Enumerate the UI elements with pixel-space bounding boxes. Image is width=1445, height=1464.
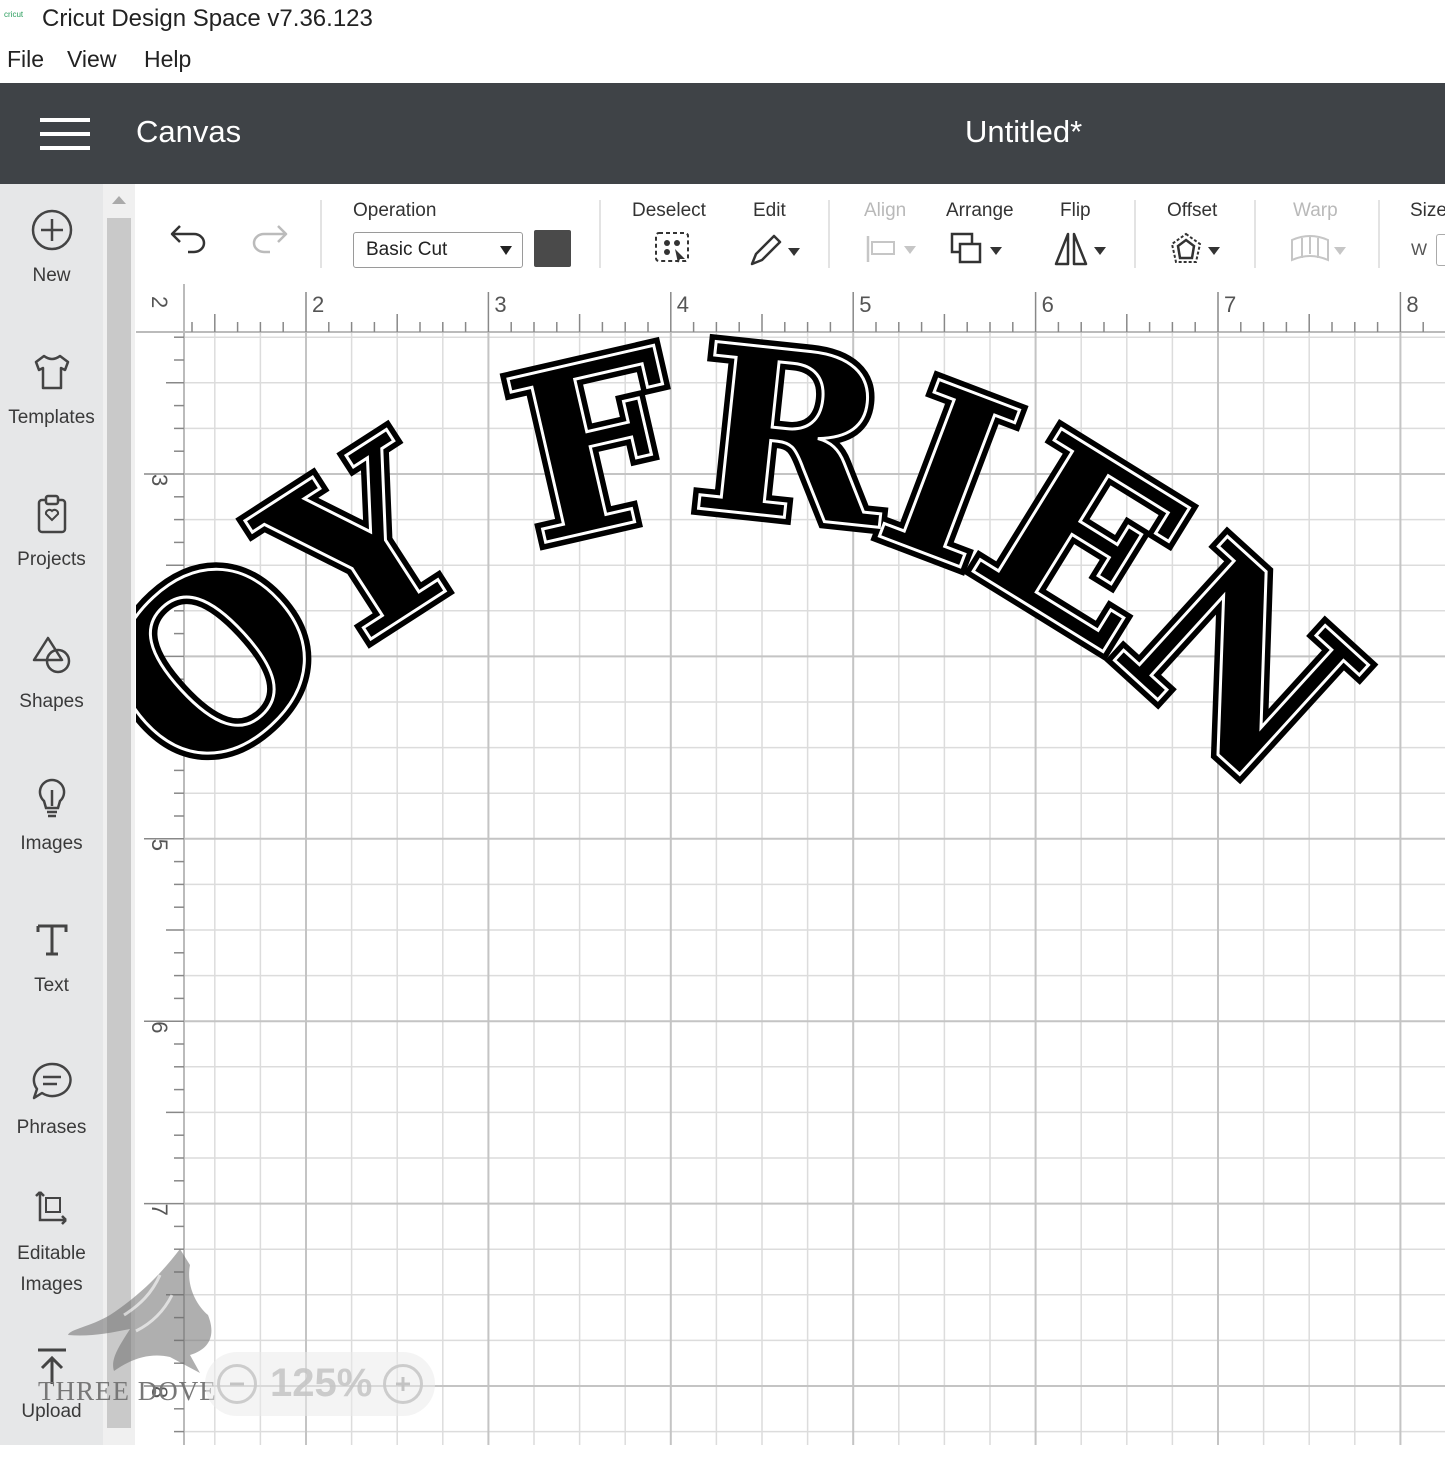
size-width-label: W bbox=[1411, 240, 1428, 259]
design-text: BOY FRIEND bbox=[136, 284, 1401, 831]
toolbar-divider bbox=[828, 200, 830, 268]
offset-icon[interactable] bbox=[1166, 230, 1226, 268]
hamburger-menu-icon[interactable] bbox=[40, 118, 90, 150]
watermark-text: THREE DOVE bbox=[38, 1376, 217, 1406]
lightbulb-icon bbox=[38, 778, 65, 818]
redo-icon[interactable] bbox=[246, 220, 290, 254]
editable-image-icon bbox=[34, 1191, 67, 1225]
toolbar-divider bbox=[320, 200, 322, 268]
menu-help[interactable]: Help bbox=[144, 46, 191, 73]
sidebar-item-label: Templates bbox=[8, 407, 95, 428]
sidebar-item-new[interactable]: New bbox=[0, 208, 103, 328]
edit-toolbar: Operation Basic Cut Deselect Edit Align … bbox=[136, 184, 1445, 285]
tshirt-icon bbox=[34, 354, 69, 390]
minus-icon bbox=[230, 1382, 244, 1386]
arrange-icon[interactable] bbox=[948, 230, 1006, 268]
zoom-level: 125% bbox=[270, 1361, 373, 1405]
cricut-logo-icon: cricut bbox=[4, 10, 24, 19]
arrange-label: Arrange bbox=[946, 200, 1014, 221]
operation-select[interactable]: Basic Cut bbox=[353, 232, 523, 268]
toolbar-divider bbox=[599, 200, 601, 268]
sidebar-item-text[interactable]: Text bbox=[0, 918, 103, 1038]
plus-icon bbox=[396, 1377, 410, 1391]
sidebar-item-label: Images bbox=[20, 833, 83, 854]
design-text-path: BOY FRIEND bbox=[136, 284, 1411, 833]
plus-circle-icon bbox=[31, 209, 72, 251]
offset-label: Offset bbox=[1167, 200, 1218, 221]
sidebar-item-label: Phrases bbox=[16, 1117, 87, 1138]
warp-icon bbox=[1291, 235, 1346, 262]
sidebar-item-templates[interactable]: Templates bbox=[0, 350, 103, 470]
chevron-down-icon bbox=[500, 246, 512, 255]
toolbar-divider bbox=[1254, 200, 1256, 268]
sidebar-item-label: Shapes bbox=[19, 691, 84, 712]
size-width-input[interactable] bbox=[1436, 234, 1445, 266]
zoom-in-button[interactable] bbox=[383, 1364, 423, 1404]
toolbar-divider bbox=[1134, 200, 1136, 268]
align-icon bbox=[866, 236, 916, 262]
deselect-label: Deselect bbox=[632, 200, 706, 221]
sidebar-item-label: Projects bbox=[17, 549, 86, 570]
operation-value: Basic Cut bbox=[366, 239, 448, 260]
design-text-object[interactable]: BOY FRIEND BOY FRIEND bbox=[136, 284, 1445, 1445]
app-header: Canvas Untitled* bbox=[0, 83, 1445, 184]
clipboard-icon bbox=[37, 494, 66, 534]
menu-view[interactable]: View bbox=[67, 46, 116, 73]
shapes-icon bbox=[32, 636, 70, 674]
sidebar-item-label: New bbox=[32, 265, 71, 286]
sidebar-item-projects[interactable]: Projects bbox=[0, 492, 103, 612]
scroll-up-icon[interactable] bbox=[112, 196, 126, 204]
toolbar-divider bbox=[1378, 200, 1380, 268]
title-bar: cricut Cricut Design Space v7.36.123 bbox=[0, 0, 1445, 40]
flip-label: Flip bbox=[1060, 200, 1091, 221]
undo-icon[interactable] bbox=[168, 220, 212, 254]
sidebar-item-shapes[interactable]: Shapes bbox=[0, 634, 103, 754]
zoom-control: 125% bbox=[205, 1352, 435, 1416]
speech-bubble-icon bbox=[32, 1062, 72, 1100]
sidebar-item-label: Text bbox=[34, 975, 69, 996]
menu-file[interactable]: File bbox=[7, 46, 44, 73]
text-icon bbox=[36, 924, 67, 956]
edit-label: Edit bbox=[753, 200, 786, 221]
deselect-icon[interactable] bbox=[653, 230, 693, 266]
page-title: Canvas bbox=[136, 114, 242, 149]
design-canvas[interactable]: 23456782345678 BOY FRIEND BOY FRIEND bbox=[136, 284, 1445, 1445]
color-swatch[interactable] bbox=[534, 230, 571, 267]
edit-pencil-icon[interactable] bbox=[746, 230, 806, 268]
warp-label: Warp bbox=[1293, 200, 1338, 221]
align-label: Align bbox=[864, 200, 907, 221]
window-title: Cricut Design Space v7.36.123 bbox=[42, 5, 373, 32]
operation-label: Operation bbox=[353, 200, 437, 221]
sidebar-item-phrases[interactable]: Phrases bbox=[0, 1060, 103, 1180]
flip-icon[interactable] bbox=[1052, 230, 1112, 268]
zoom-out-button[interactable] bbox=[217, 1364, 257, 1404]
document-title[interactable]: Untitled* bbox=[965, 114, 1082, 150]
sidebar-item-images[interactable]: Images bbox=[0, 776, 103, 896]
size-label: Size bbox=[1410, 200, 1445, 221]
